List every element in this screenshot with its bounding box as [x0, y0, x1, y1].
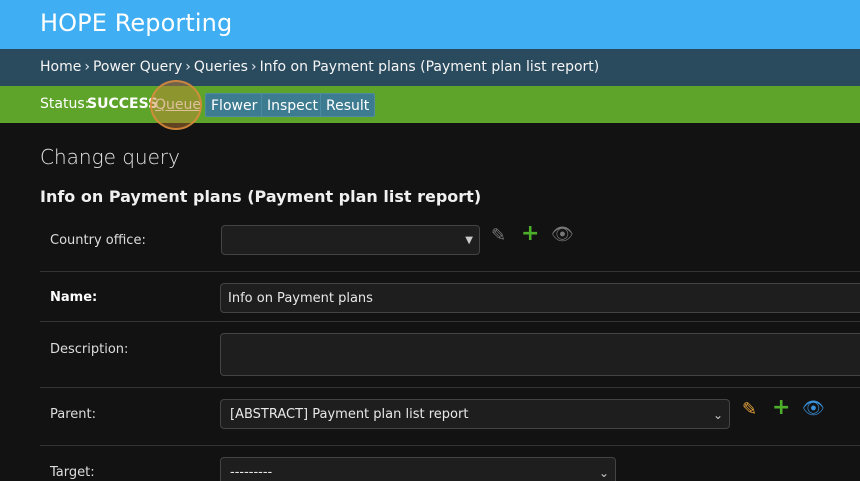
status-value: SUCCESS: [87, 96, 159, 112]
chevron-down-icon: ⌄: [712, 408, 723, 422]
parent-value: [ABSTRACT] Payment plan list report: [230, 407, 469, 422]
description-field[interactable]: [220, 333, 860, 376]
pencil-icon[interactable]: ✎: [491, 226, 506, 246]
parent-label: Parent:: [50, 407, 96, 422]
name-row: Name: Info on Payment plans: [40, 272, 860, 322]
name-label: Name:: [50, 290, 98, 305]
page-title: Change query: [40, 145, 180, 169]
target-select[interactable]: --------- ⌄: [220, 457, 616, 481]
breadcrumb-queries[interactable]: Queries: [194, 59, 248, 75]
chevron-down-icon: ▼: [465, 235, 473, 246]
chevron-down-icon: ⌄: [598, 466, 609, 480]
name-field[interactable]: Info on Payment plans: [220, 283, 860, 313]
description-label: Description:: [50, 342, 129, 357]
flower-button[interactable]: Flower: [205, 93, 264, 117]
parent-select[interactable]: [ABSTRACT] Payment plan list report ⌄: [220, 399, 730, 429]
name-value: Info on Payment plans: [228, 291, 373, 306]
click-highlight-indicator: [150, 80, 202, 130]
description-row: Description:: [40, 322, 860, 388]
country-office-label: Country office:: [50, 233, 146, 248]
country-office-select[interactable]: ▼: [221, 225, 480, 255]
breadcrumb-home[interactable]: Home: [40, 59, 81, 75]
site-title[interactable]: HOPE Reporting: [40, 9, 232, 37]
plus-icon[interactable]: +: [772, 397, 790, 419]
country-office-row: Country office: ▼ ✎ + 👁: [40, 212, 860, 272]
target-value: ---------: [230, 465, 273, 480]
breadcrumb: Home › Power Query › Queries › Info on Payment…: [0, 49, 860, 86]
target-label: Target:: [50, 465, 95, 480]
eye-icon[interactable]: 👁: [802, 399, 825, 419]
parent-row: Parent: [ABSTRACT] Payment plan list rep…: [40, 388, 860, 446]
target-row: Target: --------- ⌄: [40, 446, 860, 481]
eye-icon[interactable]: 👁: [551, 225, 574, 245]
header-bar: HOPE Reporting: [0, 0, 860, 49]
breadcrumb-separator: ›: [185, 59, 191, 75]
inspect-button[interactable]: Inspect: [261, 93, 324, 117]
result-button[interactable]: Result: [320, 93, 376, 117]
breadcrumb-separator: ›: [250, 59, 257, 75]
breadcrumb-current: Info on Payment plans (Payment plan list…: [259, 59, 600, 75]
plus-icon[interactable]: +: [521, 223, 539, 245]
status-bar: Status: SUCCESS Queue Flower Inspect Res…: [0, 86, 860, 123]
breadcrumb-power-query[interactable]: Power Query: [93, 59, 182, 75]
breadcrumb-separator: ›: [84, 59, 90, 75]
object-title: Info on Payment plans (Payment plan list…: [40, 187, 482, 206]
pencil-icon[interactable]: ✎: [742, 400, 757, 420]
status-label: Status:: [40, 96, 90, 112]
